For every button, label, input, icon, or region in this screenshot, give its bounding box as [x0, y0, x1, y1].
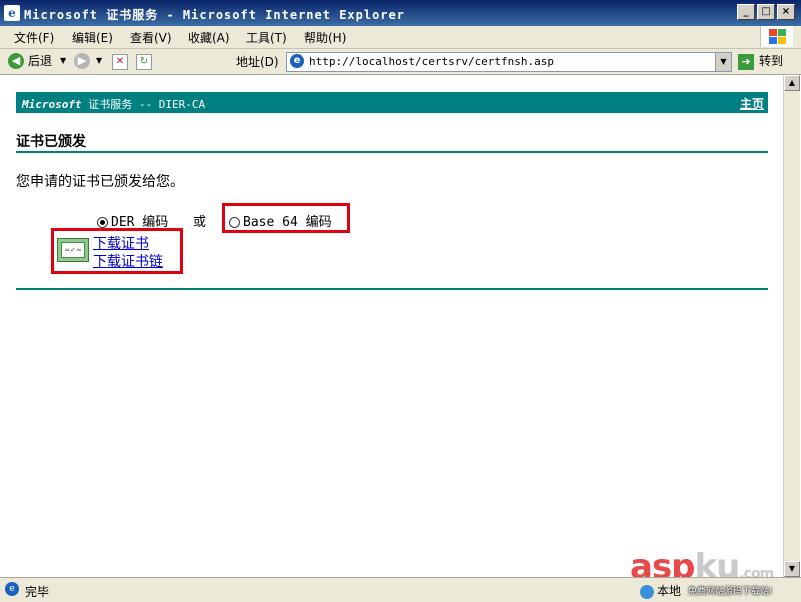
scroll-up-icon[interactable]: ▲ [784, 75, 800, 91]
go-button[interactable]: ➔ 转到 [738, 52, 783, 70]
watermark-subtext: 免费网站源码下载站! [688, 587, 773, 597]
page-content: Microsoft 证书服务 -- DIER-CA 主页 证书已颁发 您申请的证… [0, 75, 783, 587]
title-bar: e Microsoft 证书服务 - Microsoft Internet Ex… [0, 0, 801, 26]
address-url[interactable]: http://localhost/certsrv/certfnsh.asp [309, 55, 554, 68]
download-cert-link[interactable]: 下载证书 [93, 233, 149, 253]
menu-bar: 文件(F) 编辑(E) 查看(V) 收藏(A) 工具(T) 帮助(H) [0, 26, 801, 49]
window-title: Microsoft 证书服务 - Microsoft Internet Expl… [24, 8, 405, 22]
vertical-scrollbar[interactable]: ▲ ▼ [783, 75, 800, 577]
page-icon: e [290, 54, 304, 68]
base64-label: Base 64 编码 [243, 215, 332, 230]
address-bar[interactable]: e http://localhost/certsrv/certfnsh.asp … [286, 52, 732, 72]
windows-flag-icon [760, 26, 793, 47]
divider [16, 288, 768, 290]
menu-view[interactable]: 查看(V) [130, 29, 172, 46]
menu-help[interactable]: 帮助(H) [304, 29, 346, 46]
address-label: 地址(D) [236, 55, 279, 69]
status-text: 完毕 [25, 585, 50, 599]
page-title: 证书已颁发 [16, 134, 86, 150]
base64-option[interactable]: Base 64 编码 [229, 211, 332, 230]
address-dropdown-icon[interactable]: ▼ [715, 53, 731, 71]
menu-tools[interactable]: 工具(T) [246, 29, 287, 46]
window-controls: _ □ × [737, 4, 795, 20]
back-dropdown-icon[interactable]: ▼ [60, 52, 66, 70]
status-bar: e 完毕 本地 免费网站源码下载站! [0, 577, 801, 602]
divider [16, 151, 768, 153]
menu-favorites[interactable]: 收藏(A) [188, 29, 230, 46]
base64-radio[interactable] [229, 217, 240, 228]
brand-text: Microsoft 证书服务 -- DIER-CA [22, 98, 206, 111]
minimize-button[interactable]: _ [737, 4, 755, 20]
certificate-icon: ≈✓≈ [57, 238, 89, 262]
issued-message: 您申请的证书已颁发给您。 [16, 174, 184, 190]
back-arrow-icon[interactable]: ◀ [8, 53, 24, 69]
ie-logo-icon: e [4, 5, 20, 21]
forward-arrow-icon[interactable]: ▶ [74, 53, 90, 69]
back-button-label[interactable]: 后退 [28, 52, 52, 70]
forward-dropdown-icon[interactable]: ▼ [96, 52, 102, 70]
cert-services-header: Microsoft 证书服务 -- DIER-CA 主页 [16, 92, 768, 113]
go-arrow-icon: ➔ [738, 53, 754, 70]
go-label: 转到 [759, 54, 784, 68]
close-button[interactable]: × [777, 4, 795, 20]
refresh-icon[interactable]: ↻ [136, 54, 152, 70]
stop-icon[interactable]: ✕ [112, 54, 128, 70]
download-cert-chain-link[interactable]: 下载证书链 [93, 251, 163, 271]
home-link[interactable]: 主页 [740, 95, 764, 112]
menu-file[interactable]: 文件(F) [14, 29, 54, 46]
status-page-icon: e [5, 582, 19, 596]
globe-icon [640, 584, 654, 599]
maximize-button[interactable]: □ [757, 4, 775, 20]
der-radio[interactable] [97, 217, 108, 228]
or-text: 或 [193, 215, 207, 230]
scroll-down-icon[interactable]: ▼ [784, 561, 800, 577]
menu-edit[interactable]: 编辑(E) [72, 29, 113, 46]
security-zone: 本地 [640, 582, 681, 599]
